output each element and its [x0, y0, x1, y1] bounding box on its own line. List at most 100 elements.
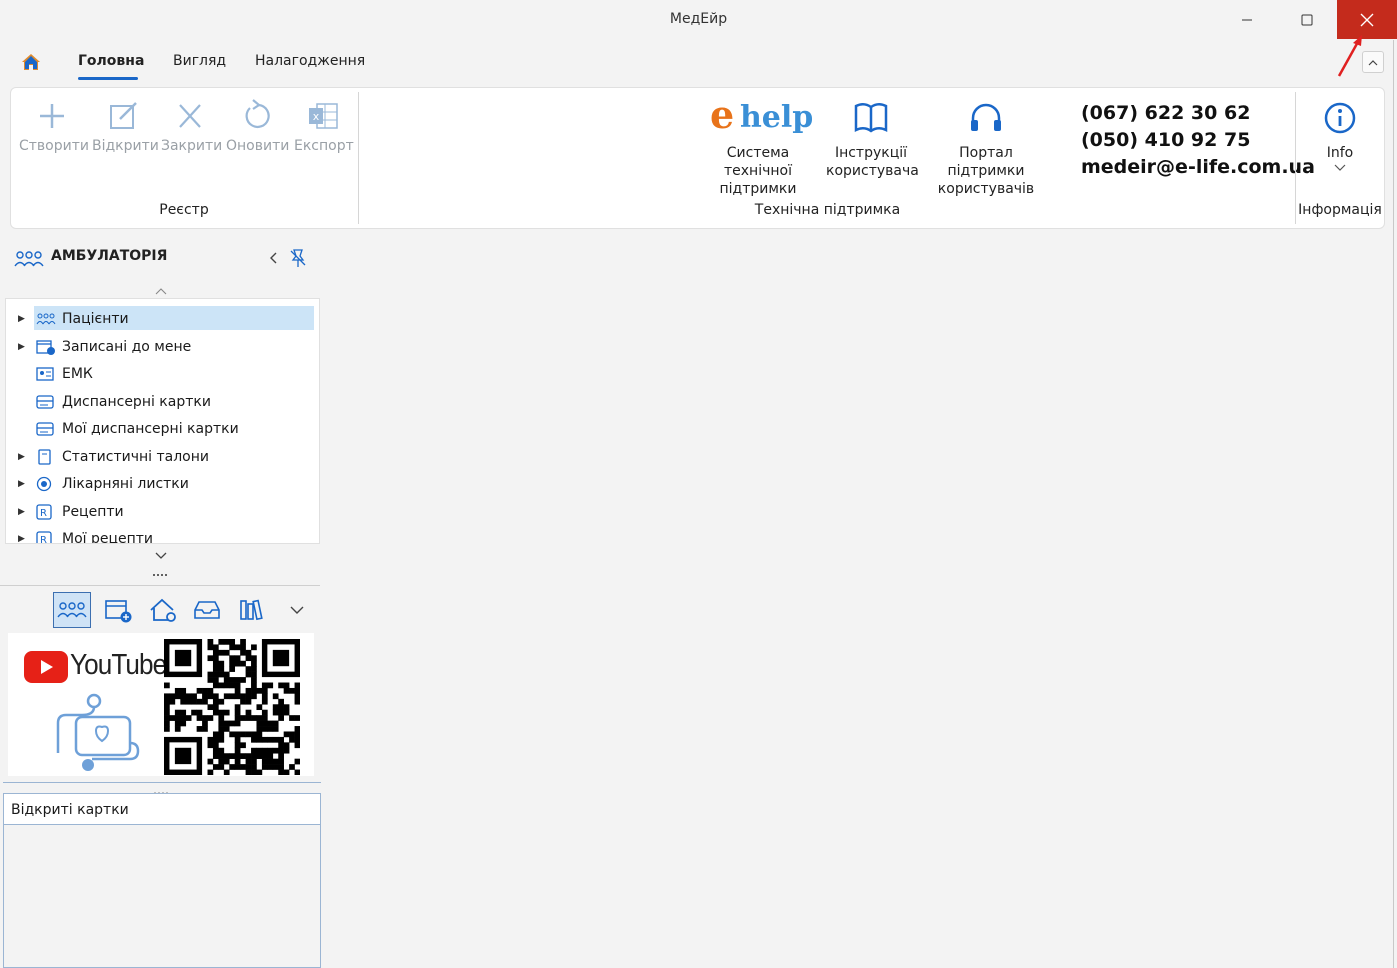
youtube-logo-icon	[24, 651, 68, 683]
navigation-tree: ▶ Пацієнти ▶ Записані до мене ЕМК Диспан…	[5, 298, 320, 544]
tree-item-sick-leaves[interactable]: ▶ Лікарняні листки	[6, 471, 319, 497]
info-button[interactable]: Info	[1305, 98, 1375, 172]
chevron-down-icon	[290, 606, 304, 614]
chevron-up-icon	[155, 288, 167, 295]
tree-item-prescriptions[interactable]: ▶ R Рецепти	[6, 499, 319, 525]
group-label-registry: Реєстр	[159, 202, 209, 218]
outpatient-module-button[interactable]	[53, 592, 91, 628]
prescription-icon: R	[36, 531, 62, 544]
qr-code-image	[164, 639, 300, 775]
outpatient-icon	[14, 250, 44, 272]
ribbon-separator	[1295, 92, 1296, 224]
tree-item-emk[interactable]: ЕМК	[6, 361, 319, 387]
expand-arrow-icon[interactable]: ▶	[6, 342, 36, 352]
svg-text:R: R	[40, 535, 47, 544]
nav-header: АМБУЛАТОРІЯ	[51, 248, 168, 264]
close-icon	[1360, 13, 1374, 26]
document-icon	[36, 449, 62, 465]
user-manuals-button[interactable]: Інструкції користувача	[826, 98, 919, 180]
splitter-handle[interactable]	[152, 566, 170, 582]
window-border	[1393, 40, 1394, 968]
chevron-up-icon	[1368, 59, 1378, 65]
maximize-button[interactable]	[1277, 0, 1337, 39]
red-arrow-annotation	[1337, 35, 1362, 77]
youtube-text: YouTube	[70, 649, 167, 681]
promo-banner[interactable]: YouTube	[8, 633, 314, 776]
home-settings-icon	[150, 598, 176, 622]
patients-icon	[36, 313, 62, 325]
excel-icon: x	[309, 103, 338, 129]
id-card-icon	[36, 367, 62, 381]
group-label-info: Інформація	[1298, 202, 1382, 218]
ribbon-separator	[358, 92, 359, 224]
maximize-icon	[1301, 14, 1313, 25]
inbox-icon	[194, 601, 220, 619]
patients-icon	[57, 602, 87, 618]
sick-leave-icon	[36, 476, 62, 492]
expand-arrow-icon[interactable]: ▶	[6, 452, 36, 462]
books-icon	[240, 599, 263, 621]
create-button[interactable]: Створити	[19, 98, 89, 154]
home-icon[interactable]	[21, 53, 41, 75]
phone-2: (050) 410 92 75	[1081, 129, 1251, 151]
expand-arrow-icon[interactable]: ▶	[6, 507, 36, 517]
minimize-icon	[1242, 19, 1252, 20]
library-module-button[interactable]	[233, 592, 271, 628]
prescription-icon: R	[36, 504, 62, 520]
pin-button[interactable]	[289, 248, 307, 272]
expand-arrow-icon[interactable]: ▶	[6, 479, 36, 489]
minimize-button[interactable]	[1217, 0, 1277, 39]
group-label-support: Технічна підтримка	[754, 202, 901, 218]
export-button[interactable]: x Експорт	[294, 98, 354, 154]
calendar-add-icon	[105, 600, 132, 623]
tree-item-my-prescriptions[interactable]: ▶ R Мої рецепти	[6, 526, 319, 544]
x-icon	[179, 104, 201, 128]
edit-icon	[110, 102, 137, 129]
collapse-nav-button[interactable]	[268, 251, 278, 269]
support-email[interactable]: medeir@e-life.com.ua	[1081, 156, 1315, 178]
tree-item-dispensary-cards[interactable]: Диспансерні картки	[6, 389, 319, 415]
tree-item-stat-coupons[interactable]: ▶ Статистичні талони	[6, 444, 319, 470]
more-modules-button[interactable]	[278, 592, 316, 628]
expand-arrow-icon[interactable]: ▶	[6, 314, 36, 324]
close-record-button[interactable]: Закрити	[161, 98, 222, 154]
plus-icon	[40, 104, 64, 128]
book-icon	[854, 103, 888, 133]
tree-item-my-dispensary-cards[interactable]: Мої диспансерні картки	[6, 416, 319, 442]
tab-settings[interactable]: Налагодження	[255, 53, 365, 69]
collapse-ribbon-button[interactable]	[1362, 51, 1384, 73]
tab-view[interactable]: Вигляд	[173, 53, 226, 69]
expand-arrow-icon[interactable]: ▶	[6, 534, 36, 543]
divider	[3, 782, 321, 783]
open-button[interactable]: Відкрити	[92, 98, 159, 154]
tab-home[interactable]: Головна	[78, 53, 144, 69]
card-icon	[36, 395, 62, 409]
calendar-add-icon	[36, 339, 62, 355]
chevron-left-icon	[270, 252, 277, 264]
window-title: МедЕйр	[669, 11, 728, 27]
tree-item-patients[interactable]: ▶ Пацієнти	[6, 306, 319, 332]
unpin-icon	[290, 249, 306, 267]
ehelp-logo[interactable]: e help	[710, 92, 813, 138]
svg-text:x: x	[313, 110, 320, 123]
refresh-button[interactable]: Оновити	[226, 98, 289, 154]
phone-1: (067) 622 30 62	[1081, 102, 1251, 124]
home-visit-module-button[interactable]	[144, 592, 182, 628]
chevron-down-icon	[1334, 164, 1346, 171]
tree-item-booked[interactable]: ▶ Записані до мене	[6, 334, 319, 360]
card-icon	[36, 422, 62, 436]
tech-support-system-button[interactable]: Система технічної підтримки	[693, 144, 823, 198]
refresh-icon	[245, 99, 270, 128]
inbox-module-button[interactable]	[188, 592, 226, 628]
active-tab-indicator	[78, 77, 138, 80]
open-cards-panel: Відкриті картки	[3, 793, 321, 968]
scroll-down-button[interactable]	[155, 548, 167, 564]
headset-icon	[971, 103, 1001, 131]
medical-device-icon	[56, 693, 140, 771]
support-portal-button[interactable]: Портал підтримки користувачів	[920, 98, 1052, 198]
svg-text:R: R	[40, 508, 47, 519]
chevron-down-icon	[155, 552, 167, 559]
schedule-module-button[interactable]	[99, 592, 137, 628]
scroll-up-button[interactable]	[155, 283, 167, 299]
open-cards-title: Відкриті картки	[4, 794, 320, 825]
